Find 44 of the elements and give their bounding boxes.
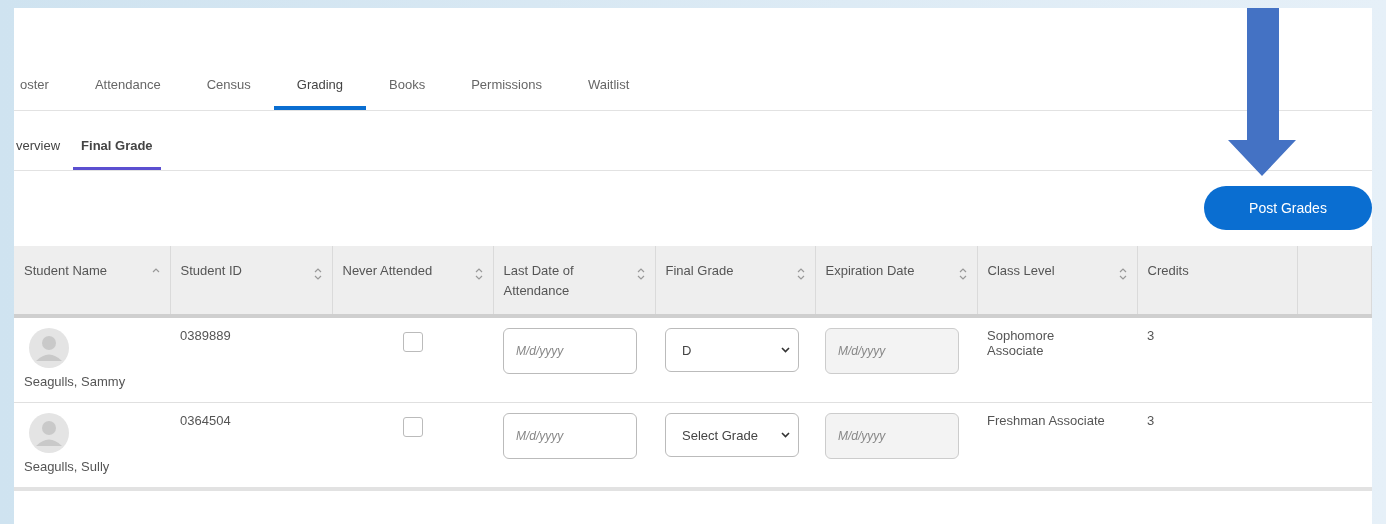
credits: 3 xyxy=(1147,413,1155,428)
date-field: M/d/yyyy xyxy=(825,413,959,459)
sort-icon[interactable] xyxy=(796,267,805,281)
sort-icon[interactable] xyxy=(474,267,483,281)
tab[interactable]: Attendance xyxy=(71,65,184,110)
student-name: Seagulls, Sammy xyxy=(24,374,127,389)
sort-icon[interactable] xyxy=(958,267,967,281)
sort-icon[interactable] xyxy=(636,267,645,281)
class-level: Freshman Associate xyxy=(987,413,1105,428)
grade-dropdown[interactable]: Select Grade xyxy=(665,413,799,457)
subtab[interactable]: Final Grade xyxy=(73,111,161,170)
sort-up-icon[interactable] xyxy=(151,267,160,274)
date-field[interactable]: M/d/yyyy xyxy=(503,413,637,459)
student-name: Seagulls, Sully xyxy=(24,459,111,474)
grade-dropdown[interactable]: D xyxy=(665,328,799,372)
student-id: 0389889 xyxy=(180,328,231,343)
tab[interactable]: oster xyxy=(14,65,72,110)
date-field[interactable]: M/d/yyyy xyxy=(503,328,637,374)
student-id: 0364504 xyxy=(180,413,231,428)
tab[interactable]: Grading xyxy=(273,65,366,110)
chevron-down-icon xyxy=(781,432,790,438)
sort-icon[interactable] xyxy=(1118,267,1127,281)
avatar-icon xyxy=(29,413,69,453)
avatar-icon xyxy=(29,328,69,368)
chevron-down-icon xyxy=(781,347,790,353)
column-header[interactable]: Never Attended xyxy=(342,261,433,281)
date-field: M/d/yyyy xyxy=(825,328,959,374)
subtab[interactable]: verview xyxy=(14,111,69,170)
column-header[interactable]: Student Name xyxy=(24,261,108,281)
column-header[interactable]: Credits xyxy=(1147,261,1189,281)
post-grades-button[interactable]: Post Grades xyxy=(1204,186,1372,230)
credits: 3 xyxy=(1147,328,1155,343)
class-level: Sophomore Associate xyxy=(987,328,1056,358)
tab[interactable]: Waitlist xyxy=(564,65,653,110)
tab[interactable]: Books xyxy=(366,65,449,110)
never-attended-checkbox[interactable] xyxy=(402,417,423,437)
never-attended-checkbox[interactable] xyxy=(402,332,423,352)
column-header[interactable]: Expiration Date xyxy=(825,261,915,281)
column-header[interactable]: Student ID xyxy=(180,261,242,281)
sort-icon[interactable] xyxy=(313,267,322,281)
column-header[interactable]: Final Grade xyxy=(665,261,734,281)
tab[interactable]: Permissions xyxy=(448,65,565,110)
tab[interactable]: Census xyxy=(183,65,274,110)
column-header[interactable]: Class Level xyxy=(987,261,1055,281)
